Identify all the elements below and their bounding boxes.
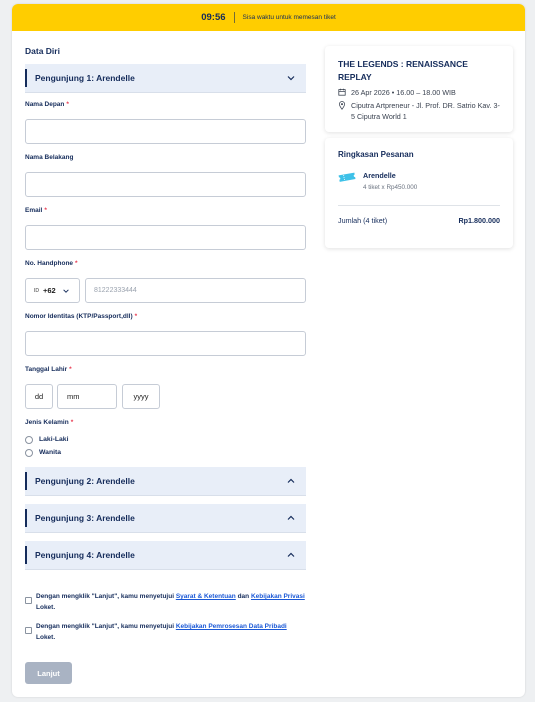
gender-label: Jenis Kelamin * [25, 419, 74, 426]
terms-link[interactable]: Syarat & Ketentuan [176, 593, 236, 600]
first-name-input[interactable] [25, 119, 306, 144]
phone-label: No. Handphone * [25, 260, 78, 267]
required-mark: * [134, 313, 138, 320]
summary-item-quantity: 4 tiket x Rp450.000 [363, 184, 418, 191]
country-code-select[interactable]: ID +62 [25, 278, 80, 303]
required-mark: * [66, 101, 69, 108]
visitor-4-label: Pengunjung 4: Arendelle [35, 550, 135, 560]
total-value: Rp1.800.000 [458, 216, 500, 225]
order-summary-card: Ringkasan Pesanan Arendelle 4 tiket x Rp… [325, 138, 513, 248]
data-processing-checkbox[interactable] [25, 627, 32, 634]
location-pin-icon [338, 101, 346, 110]
required-mark: * [70, 419, 74, 426]
chevron-up-icon [287, 478, 295, 483]
event-card: THE LEGENDS : RENAISSANCE REPLAY 26 Apr … [325, 46, 513, 132]
checkout-page: 09:56 Sisa waktu untuk memesan tiket Dat… [12, 4, 525, 697]
terms-agreement: Dengan mengklik "Lanjut", kamu menyetuju… [25, 592, 306, 613]
last-name-label: Nama Belakang [25, 154, 74, 161]
summary-total-row: Jumlah (4 tiket) Rp1.800.000 [338, 205, 500, 225]
visitor-1-accordion[interactable]: Pengunjung 1: Arendelle [25, 64, 306, 93]
terms-checkbox[interactable] [25, 597, 32, 604]
chevron-up-icon [287, 552, 295, 557]
dob-month-input[interactable]: mm [57, 384, 117, 409]
visitor-3-label: Pengunjung 3: Arendelle [35, 513, 135, 523]
countdown-divider [233, 12, 235, 23]
visitor-2-label: Pengunjung 2: Arendelle [35, 476, 135, 486]
data-processing-link[interactable]: Kebijakan Pemrosesan Data Pribadi [176, 623, 287, 630]
gender-option-male[interactable]: Laki-Laki [25, 435, 306, 444]
email-label: Email * [25, 207, 47, 214]
section-title: Data Diri [25, 46, 60, 56]
data-processing-text: Dengan mengklik "Lanjut", kamu menyetuju… [36, 623, 287, 641]
event-date-row: 26 Apr 2026 • 16.00 – 18.00 WIB [338, 87, 500, 98]
first-name-label: Nama Depan * [25, 101, 69, 108]
summary-item: Arendelle 4 tiket x Rp450.000 [338, 171, 500, 191]
chevron-down-icon [62, 288, 69, 293]
visitor-4-accordion[interactable]: Pengunjung 4: Arendelle [25, 541, 306, 570]
visitor-3-accordion[interactable]: Pengunjung 3: Arendelle [25, 504, 306, 533]
country-code: +62 [43, 286, 56, 295]
countdown-time: 09:56 [201, 12, 226, 23]
gender-option-female[interactable]: Wanita [25, 448, 306, 457]
calendar-icon [338, 88, 346, 96]
event-title: THE LEGENDS : RENAISSANCE REPLAY [338, 59, 468, 82]
terms-text: Dengan mengklik "Lanjut", kamu menyetuju… [36, 593, 305, 611]
chevron-up-icon [287, 515, 295, 520]
summary-item-name: Arendelle [363, 171, 396, 180]
event-location-row: Ciputra Artpreneur - Jl. Prof. DR. Satri… [338, 100, 500, 122]
radio-button[interactable] [25, 435, 33, 444]
privacy-link[interactable]: Kebijakan Privasi [251, 593, 305, 600]
email-input[interactable] [25, 225, 306, 250]
id-number-label: Nomor Identitas (KTP/Passport,dll) * [25, 313, 138, 320]
id-number-input[interactable] [25, 331, 306, 356]
country-flag: ID [34, 287, 39, 294]
required-mark: * [44, 207, 47, 214]
phone-row: ID +62 81222333444 [25, 278, 306, 303]
data-processing-agreement: Dengan mengklik "Lanjut", kamu menyetuju… [25, 622, 306, 643]
continue-button[interactable]: Lanjut [25, 662, 72, 684]
dob-label: Tanggal Lahir * [25, 366, 72, 373]
dob-row: dd mm yyyy [25, 384, 306, 409]
ticket-icon [338, 172, 356, 182]
required-mark: * [75, 260, 78, 267]
countdown-message: Sisa waktu untuk memesan tiket [242, 14, 336, 21]
event-date: 26 Apr 2026 • 16.00 – 18.00 WIB [351, 88, 456, 97]
required-mark: * [69, 366, 72, 373]
dob-day-input[interactable]: dd [25, 384, 53, 409]
last-name-input[interactable] [25, 172, 306, 197]
countdown-bar: 09:56 Sisa waktu untuk memesan tiket [12, 4, 525, 31]
dob-year-input[interactable]: yyyy [122, 384, 160, 409]
radio-button[interactable] [25, 448, 33, 457]
visitor-1-label: Pengunjung 1: Arendelle [35, 73, 135, 83]
summary-title: Ringkasan Pesanan [338, 150, 414, 159]
personal-data-form: Data Diri Pengunjung 1: Arendelle Nama D… [25, 46, 306, 684]
phone-input[interactable]: 81222333444 [85, 278, 306, 303]
chevron-down-icon [287, 76, 295, 81]
visitor-2-accordion[interactable]: Pengunjung 2: Arendelle [25, 467, 306, 496]
total-label: Jumlah (4 tiket) [338, 216, 388, 225]
summary-item-details: Arendelle 4 tiket x Rp450.000 [363, 171, 417, 191]
event-location: Ciputra Artpreneur - Jl. Prof. DR. Satri… [351, 101, 500, 121]
